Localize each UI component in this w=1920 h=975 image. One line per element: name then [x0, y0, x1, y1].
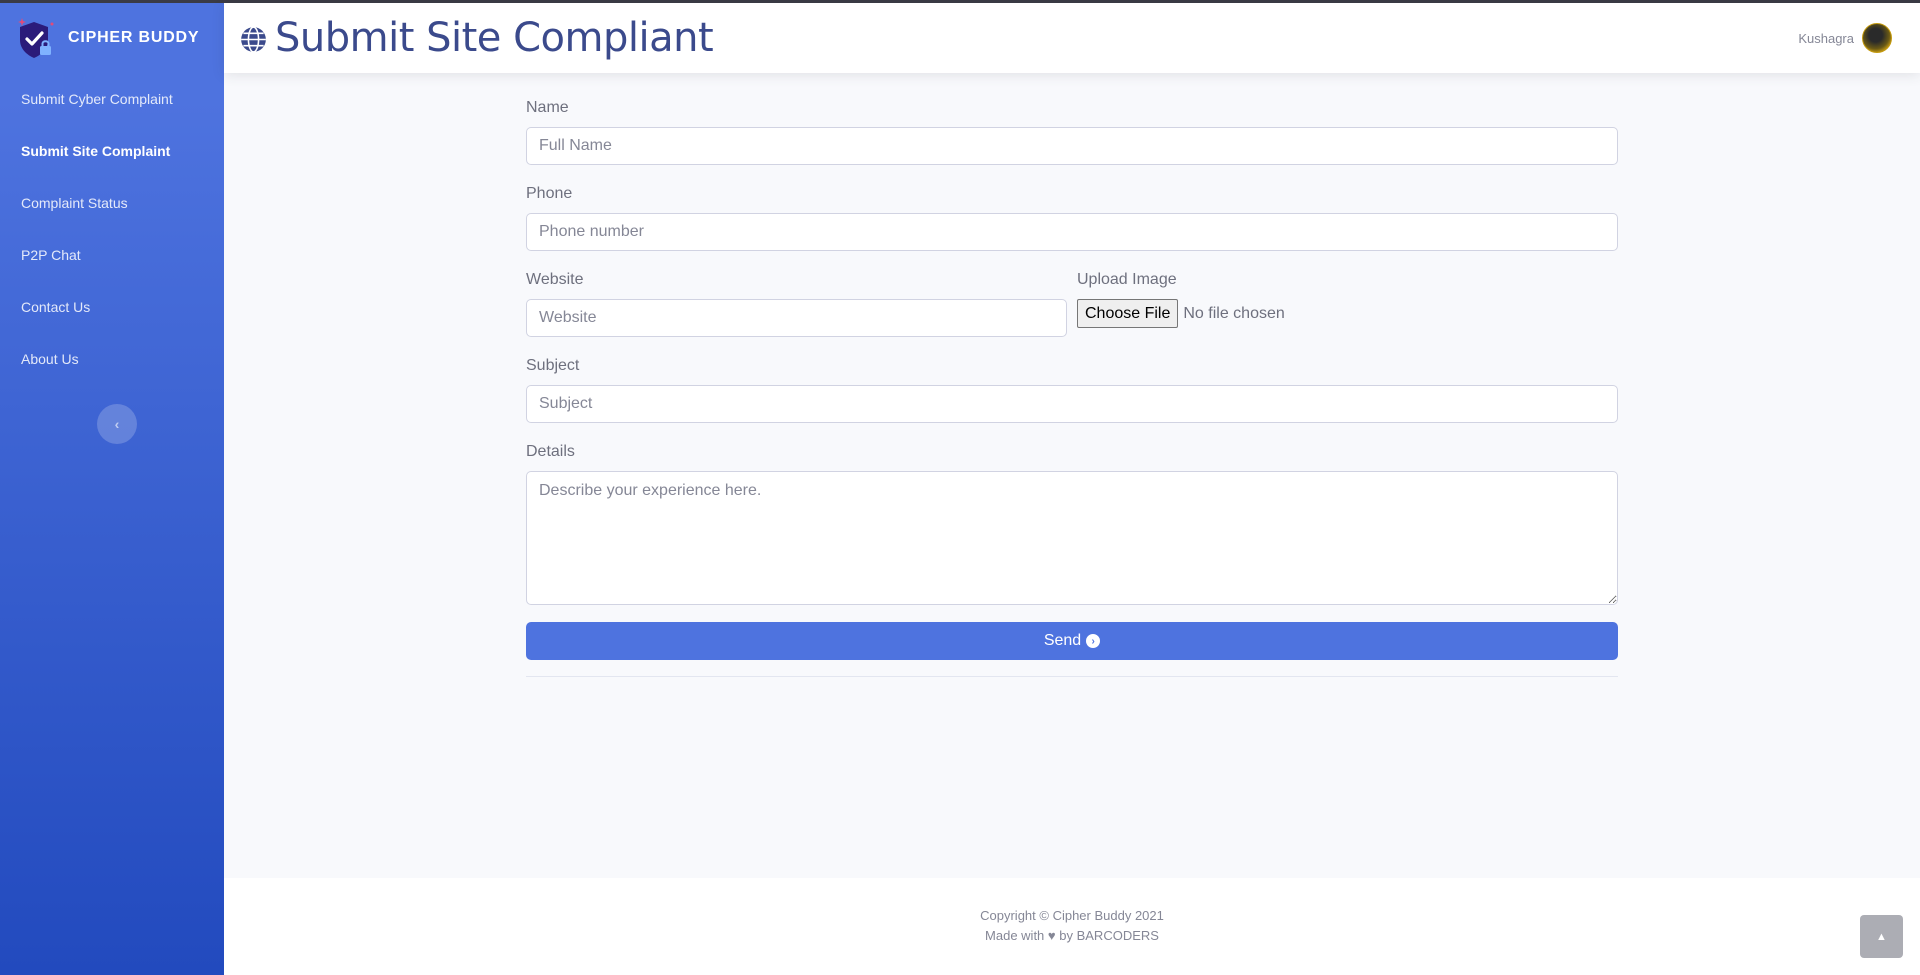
details-label: Details — [526, 443, 575, 460]
footer: Copyright © Cipher Buddy 2021 Made with … — [224, 878, 1920, 975]
made-with-suffix: by BARCODERS — [1059, 928, 1159, 943]
upload-image-label: Upload Image — [1077, 271, 1177, 288]
sidebar-item-submit-site-complaint[interactable]: Submit Site Complaint — [0, 125, 224, 177]
sidebar-item-about-us[interactable]: About Us — [0, 333, 224, 385]
topbar: Submit Site Compliant Kushagra — [224, 3, 1920, 73]
user-name: Kushagra — [1798, 30, 1854, 46]
phone-label: Phone — [526, 185, 573, 202]
made-with-text: Made with ♥ by BARCODERS — [224, 928, 1920, 943]
chevron-left-icon: ‹ — [114, 416, 120, 432]
send-label: Send — [1043, 632, 1082, 649]
website-label: Website — [526, 271, 584, 288]
sidebar-item-submit-cyber-complaint[interactable]: Submit Cyber Complaint — [0, 73, 224, 125]
site-complaint-form: Name Phone Website Upload Image Choose F… — [526, 99, 1618, 677]
copyright-text: Copyright © Cipher Buddy 2021 — [980, 908, 1164, 923]
file-status: No file chosen — [1183, 304, 1285, 322]
sidebar-toggle-button[interactable]: ‹ — [97, 404, 137, 444]
scroll-to-top-button[interactable]: ▲ — [1860, 915, 1903, 958]
user-menu[interactable]: Kushagra — [1798, 3, 1892, 73]
brand-name: CIPHER BUDDY — [68, 29, 200, 46]
brand[interactable]: CIPHER BUDDY — [0, 3, 224, 73]
name-input[interactable] — [526, 127, 1618, 165]
arrow-circle-right-icon: › — [1086, 634, 1101, 648]
heart-icon: ♥ — [1047, 928, 1056, 943]
made-with-prefix: Made with — [985, 928, 1045, 943]
page-title: Submit Site Compliant — [240, 15, 714, 61]
send-button[interactable]: Send › — [526, 622, 1618, 660]
website-input[interactable] — [526, 299, 1067, 337]
file-upload: Choose File No file chosen — [1077, 299, 1618, 328]
choose-file-button[interactable]: Choose File — [1077, 299, 1179, 328]
phone-input[interactable] — [526, 213, 1618, 251]
name-label: Name — [526, 99, 569, 116]
sidebar-item-contact-us[interactable]: Contact Us — [0, 281, 224, 333]
details-textarea[interactable] — [526, 471, 1618, 605]
page-title-text: Submit Site Compliant — [275, 15, 714, 61]
chevron-up-icon: ▲ — [1876, 930, 1887, 943]
sidebar: CIPHER BUDDY Submit Cyber Complaint Subm… — [0, 3, 224, 975]
subject-input[interactable] — [526, 385, 1618, 423]
shield-check-lock-icon — [18, 18, 54, 58]
globe-icon — [241, 26, 266, 53]
avatar — [1862, 23, 1892, 53]
divider — [526, 676, 1618, 677]
sidebar-item-complaint-status[interactable]: Complaint Status — [0, 177, 224, 229]
subject-label: Subject — [526, 357, 580, 374]
sidebar-item-p2p-chat[interactable]: P2P Chat — [0, 229, 224, 281]
